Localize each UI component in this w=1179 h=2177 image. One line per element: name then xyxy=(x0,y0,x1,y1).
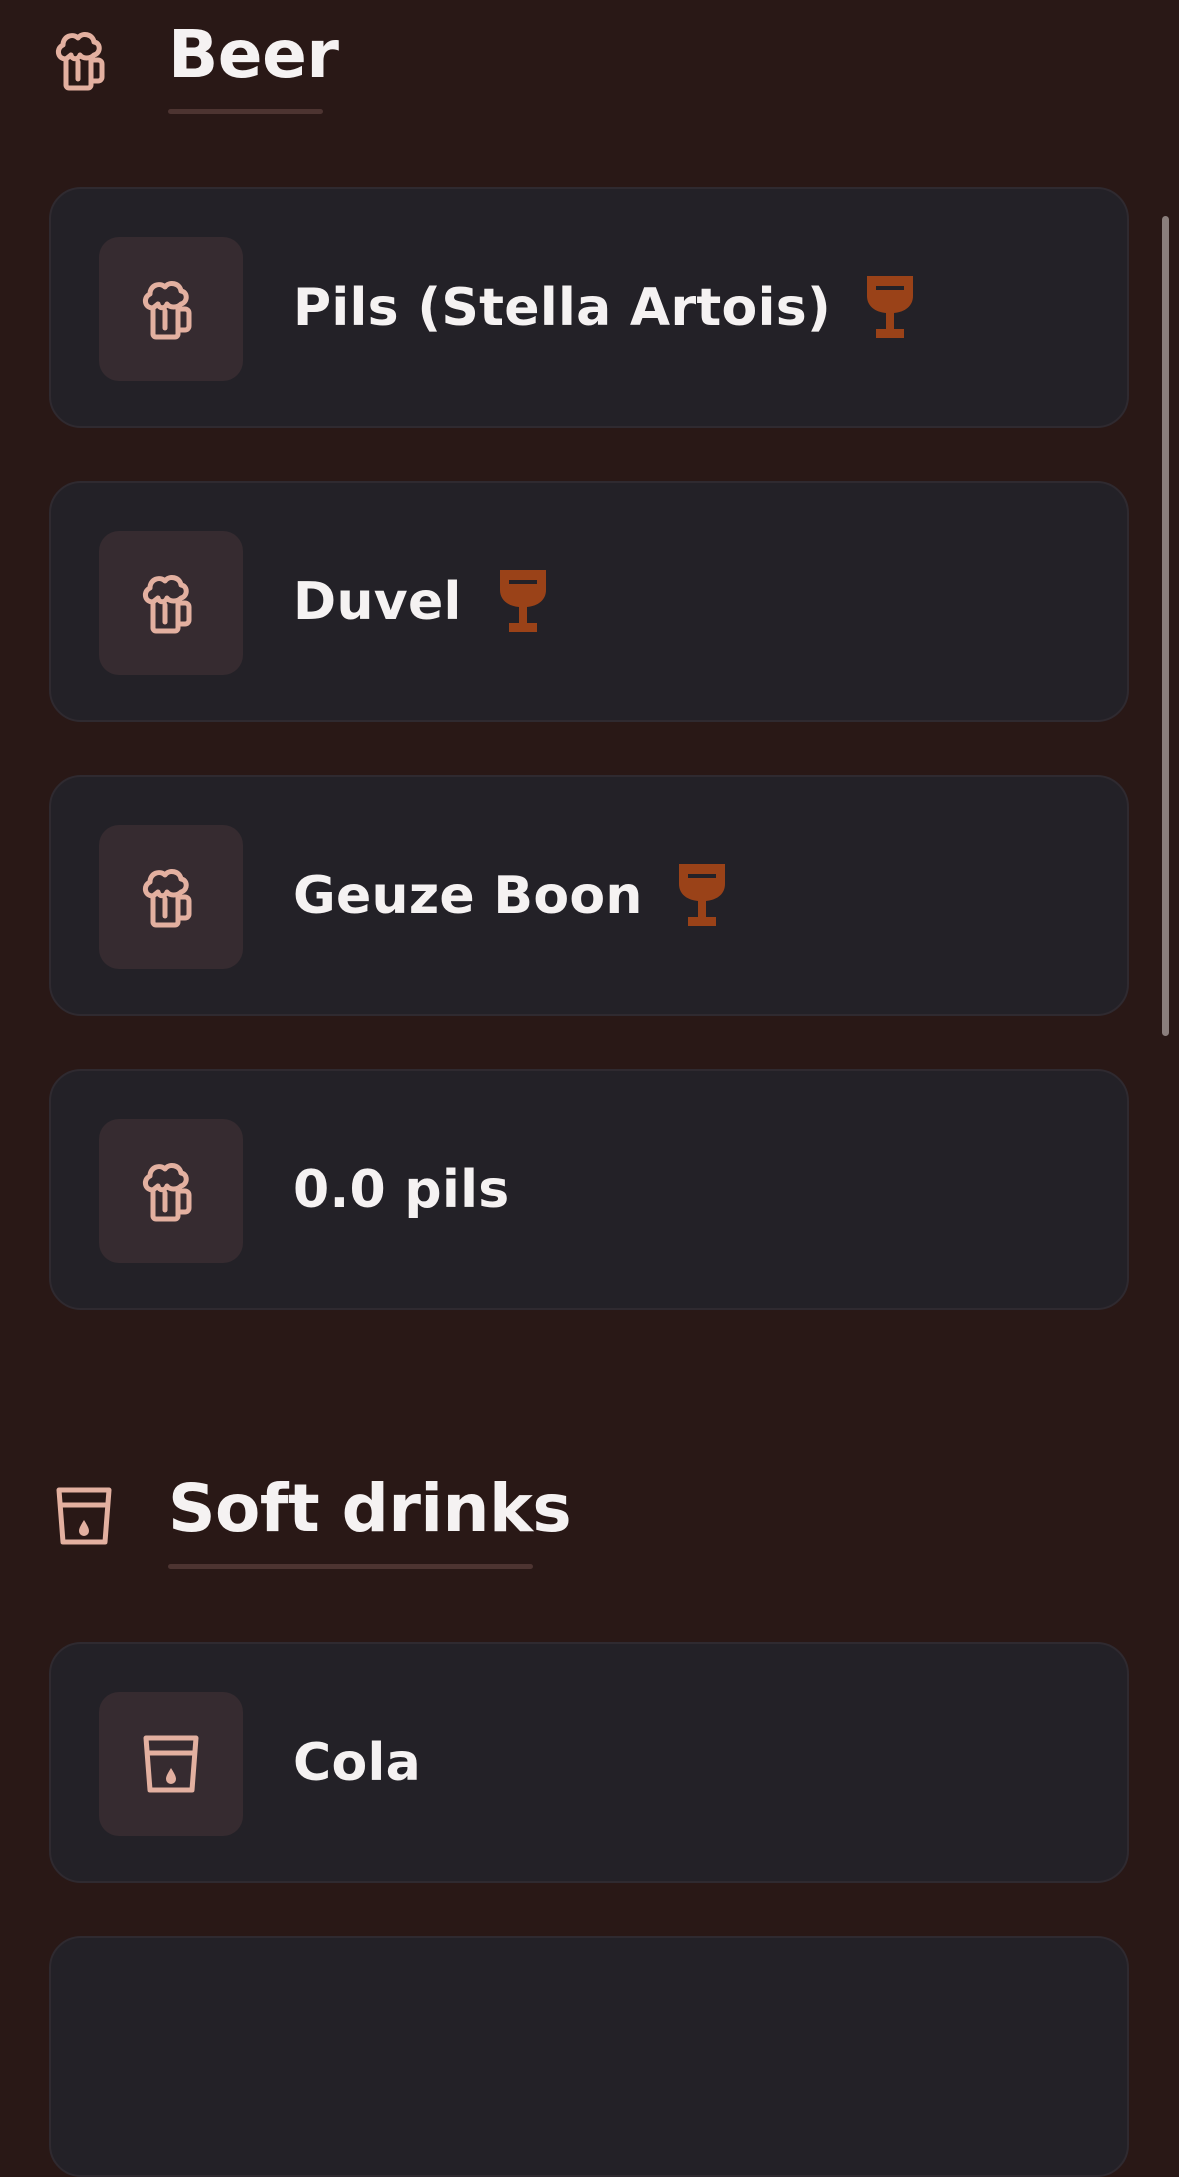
beer-mug-icon xyxy=(54,29,114,91)
section-title: Soft drinks xyxy=(168,1470,572,1547)
drink-item-pils-stella-artois[interactable]: Pils (Stella Artois) xyxy=(49,187,1129,428)
item-label: Geuze Boon xyxy=(293,865,643,926)
wine-glass-icon xyxy=(679,864,725,928)
item-label-row: Cola xyxy=(293,1733,421,1793)
item-icon-box xyxy=(99,825,243,969)
scrollbar[interactable] xyxy=(1162,216,1169,1036)
item-label-row: 0.0 pils xyxy=(293,1160,509,1220)
drink-item-cola[interactable]: Cola xyxy=(49,1642,1129,1883)
wine-glass-icon xyxy=(500,570,546,634)
beer-mug-icon xyxy=(141,278,201,340)
beer-mug-icon xyxy=(141,866,201,928)
item-icon-box xyxy=(99,531,243,675)
item-label: 0.0 pils xyxy=(293,1159,510,1220)
section-underline xyxy=(168,1564,533,1569)
item-label: Duvel xyxy=(293,571,462,632)
scrollbar-thumb[interactable] xyxy=(1162,216,1169,1036)
drink-item-geuze-boon[interactable]: Geuze Boon xyxy=(49,775,1129,1016)
item-icon-box xyxy=(99,237,243,381)
section-underline xyxy=(168,109,323,114)
section-header-beer: Beer xyxy=(0,0,1179,120)
beer-mug-icon xyxy=(141,1160,201,1222)
drink-item-duvel[interactable]: Duvel xyxy=(49,481,1129,722)
drink-item-next[interactable] xyxy=(49,1936,1129,2177)
beer-mug-icon xyxy=(141,572,201,634)
item-icon-box xyxy=(99,1119,243,1263)
soft-drink-cup-icon xyxy=(141,1733,201,1795)
item-label-row: Pils (Stella Artois) xyxy=(293,276,913,340)
section-header-soft-drinks: Soft drinks xyxy=(0,1440,1179,1569)
item-icon-box xyxy=(99,1692,243,1836)
wine-glass-icon xyxy=(867,276,913,340)
item-label-row: Duvel xyxy=(293,570,546,634)
drink-item-0-0-pils[interactable]: 0.0 pils xyxy=(49,1069,1129,1310)
soft-drink-cup-icon xyxy=(54,1485,114,1547)
section-title: Beer xyxy=(168,16,339,93)
item-label-row: Geuze Boon xyxy=(293,864,725,928)
item-label: Cola xyxy=(293,1732,422,1793)
item-label: Pils (Stella Artois) xyxy=(293,277,832,338)
